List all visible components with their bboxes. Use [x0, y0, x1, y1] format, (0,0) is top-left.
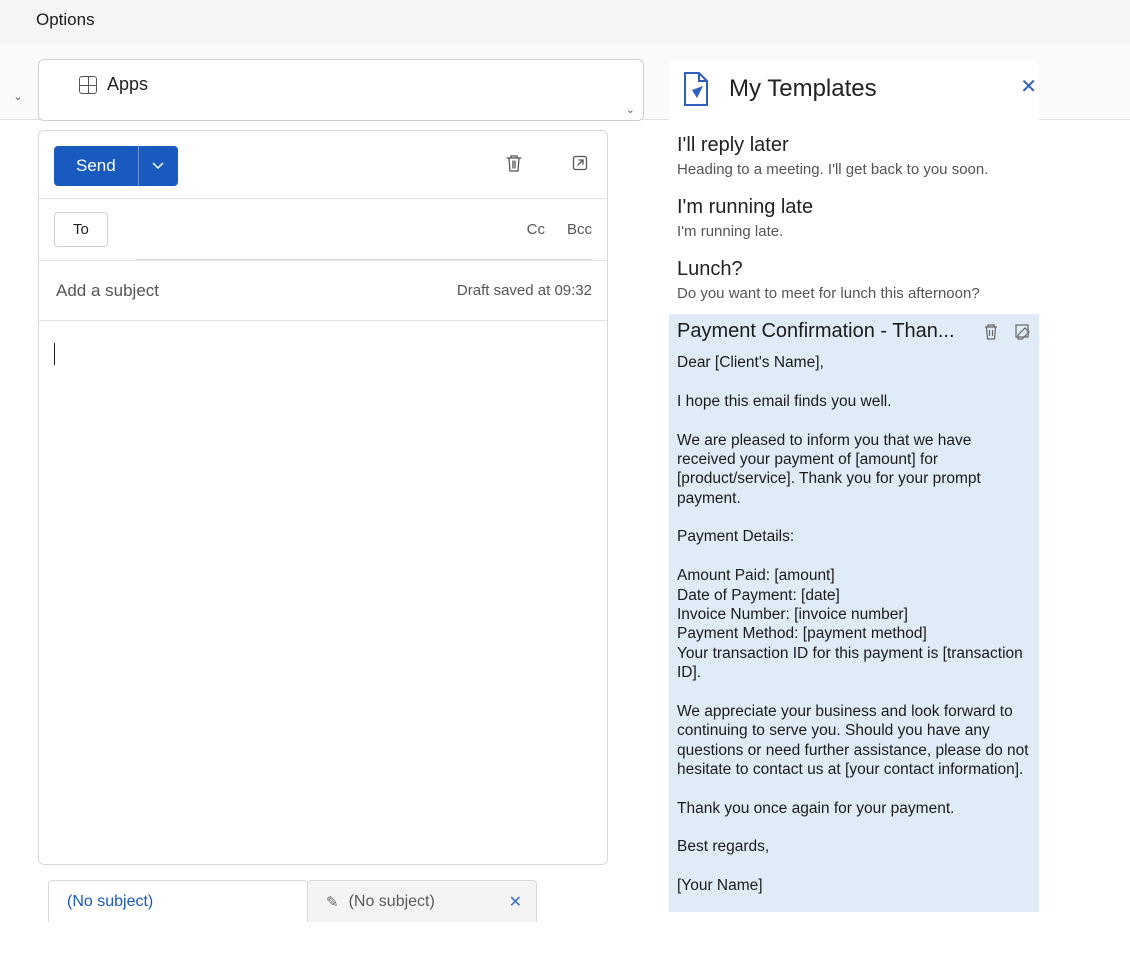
delete-template-button[interactable]: [981, 322, 1001, 342]
templates-header: My Templates ✕: [669, 60, 1039, 128]
to-row: To Cc Bcc: [39, 199, 607, 261]
subject-input[interactable]: [54, 280, 377, 302]
template-preview: Do you want to meet for lunch this after…: [677, 285, 1031, 302]
popout-icon: [571, 154, 589, 172]
options-tab[interactable]: Options: [36, 10, 95, 30]
template-title: I'll reply later: [677, 134, 1031, 157]
draft-saved-status: Draft saved at 09:32: [457, 282, 592, 299]
chevron-down-icon[interactable]: ⌄: [626, 103, 635, 116]
apps-group[interactable]: Apps ⌄: [38, 59, 644, 121]
draft-tab-inactive[interactable]: ✎ (No subject) ✕: [307, 880, 537, 922]
chevron-down-icon: [152, 160, 164, 172]
template-body: Dear [Client's Name], I hope this email …: [677, 353, 1031, 896]
draft-tab-label: (No subject): [67, 893, 153, 911]
close-templates-button[interactable]: ✕: [1020, 74, 1037, 99]
templates-list: I'll reply later Heading to a meeting. I…: [669, 128, 1039, 912]
apps-label: Apps: [107, 74, 148, 95]
bcc-button[interactable]: Bcc: [567, 221, 592, 238]
trash-icon: [505, 153, 523, 173]
text-caret: [54, 343, 55, 365]
compose-card: Send To Cc Bcc Draft saved at 09:32: [38, 130, 608, 865]
cc-button[interactable]: Cc: [527, 221, 545, 238]
discard-button[interactable]: [502, 151, 526, 175]
close-icon[interactable]: ✕: [509, 892, 522, 912]
recipient-underline: [136, 259, 592, 260]
apps-grid-icon: [79, 76, 97, 94]
draft-tab-label: (No subject): [349, 893, 435, 911]
to-button[interactable]: To: [54, 212, 108, 247]
template-item[interactable]: I'm running late I'm running late.: [673, 190, 1035, 252]
body-editor[interactable]: [39, 321, 607, 861]
template-title: I'm running late: [677, 196, 1031, 219]
template-title: Payment Confirmation - Than...: [677, 320, 1031, 343]
trash-icon: [983, 323, 999, 341]
top-bar: Options: [0, 0, 1130, 45]
template-item[interactable]: I'll reply later Heading to a meeting. I…: [673, 128, 1035, 190]
ribbon-more-icon[interactable]: ⌄: [10, 88, 26, 104]
edit-icon: [1014, 323, 1032, 341]
send-options-button[interactable]: [138, 146, 178, 186]
edit-template-button[interactable]: [1013, 322, 1033, 342]
popout-button[interactable]: [568, 151, 592, 175]
template-preview: I'm running late.: [677, 223, 1031, 240]
template-item-selected[interactable]: Payment Confirmation - Than... Dear [Cli…: [669, 314, 1039, 912]
templates-title: My Templates: [729, 75, 877, 103]
template-preview: Heading to a meeting. I'll get back to y…: [677, 161, 1031, 178]
pencil-icon: ✎: [326, 893, 339, 911]
send-button[interactable]: Send: [54, 146, 138, 186]
subject-row: Draft saved at 09:32: [39, 261, 607, 321]
draft-tab-active[interactable]: (No subject): [48, 880, 308, 922]
send-split-button: Send: [54, 146, 178, 186]
draft-tabs: (No subject) ✎ (No subject) ✕: [48, 880, 648, 930]
templates-doc-icon: [679, 70, 713, 108]
compose-toolbar: Send: [39, 131, 607, 199]
template-item[interactable]: Lunch? Do you want to meet for lunch thi…: [673, 252, 1035, 314]
templates-pane: My Templates ✕ I'll reply later Heading …: [669, 60, 1039, 960]
template-title: Lunch?: [677, 258, 1031, 281]
